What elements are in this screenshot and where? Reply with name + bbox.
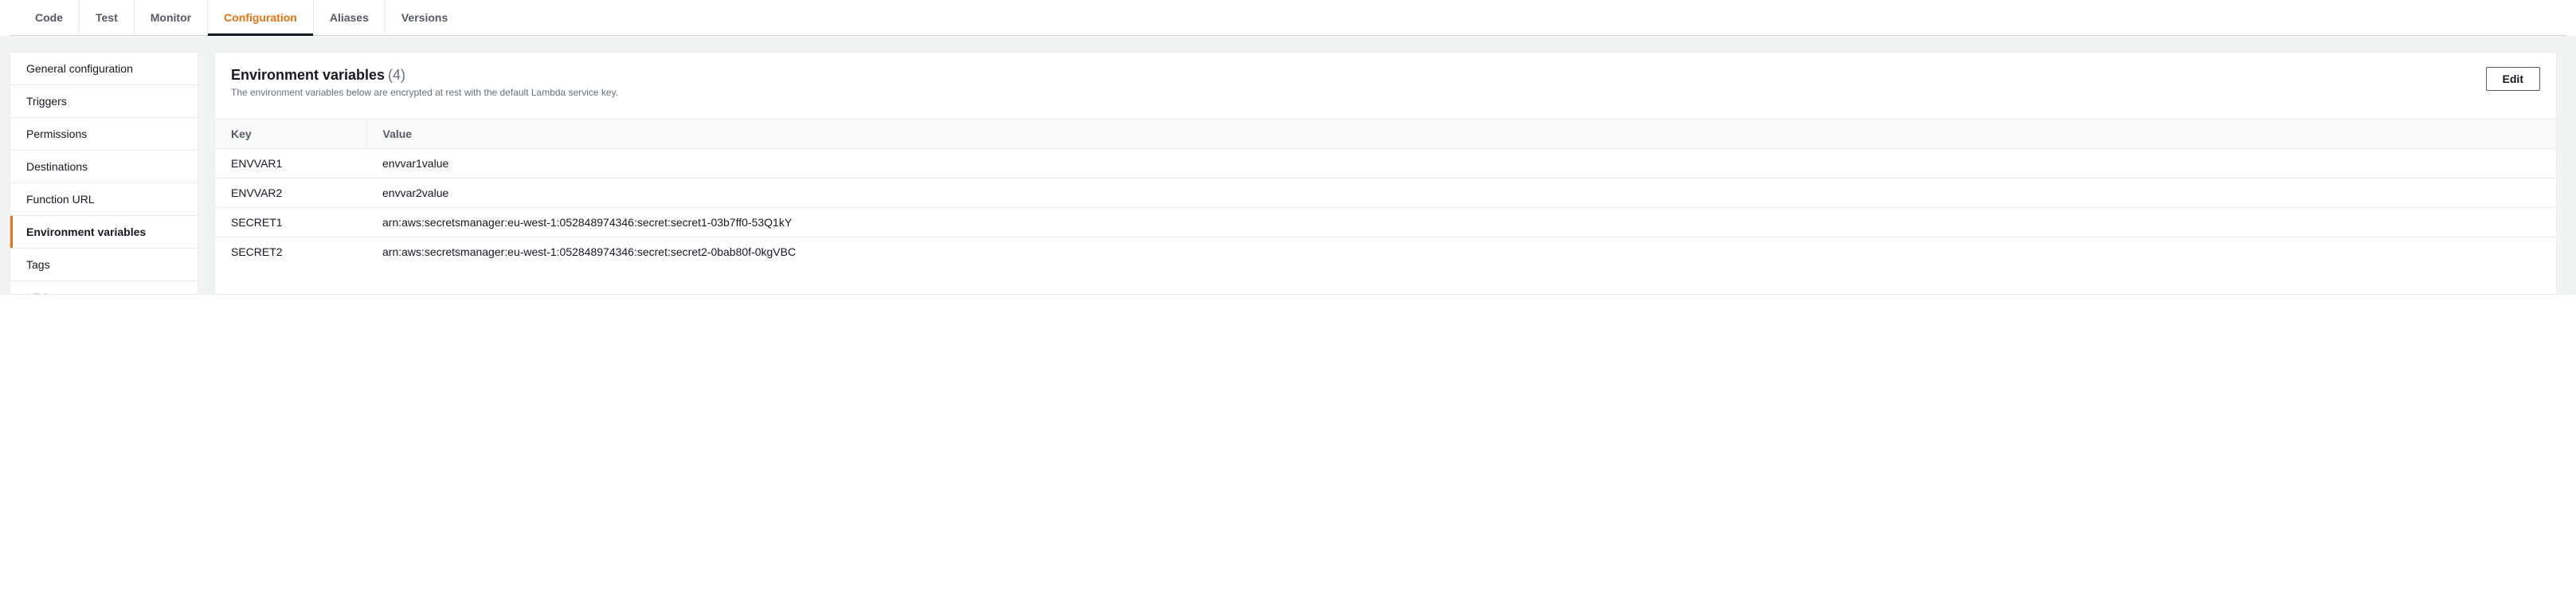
env-vars-table: Key Value ENVVAR1 envvar1value ENVVAR2 e… [215,119,2556,266]
table-header-row: Key Value [215,120,2556,149]
table-row: SECRET2 arn:aws:secretsmanager:eu-west-1… [215,237,2556,267]
env-key: ENVVAR1 [215,149,366,178]
sidebar-item-function-url[interactable]: Function URL [10,183,198,216]
col-key[interactable]: Key [215,120,366,149]
env-value: envvar1value [366,149,2556,178]
tab-code[interactable]: Code [19,0,80,35]
tab-test[interactable]: Test [80,0,135,35]
col-value[interactable]: Value [366,120,2556,149]
table-row: ENVVAR2 envvar2value [215,178,2556,208]
panel-title-row: Environment variables (4) [231,67,2486,84]
env-vars-panel: Environment variables (4) The environmen… [214,52,2557,295]
env-value: envvar2value [366,178,2556,208]
table-row: SECRET1 arn:aws:secretsmanager:eu-west-1… [215,208,2556,237]
tab-configuration[interactable]: Configuration [208,0,314,35]
tab-aliases[interactable]: Aliases [314,0,386,35]
sidebar-item-general[interactable]: General configuration [10,53,198,85]
panel-title-wrap: Environment variables (4) The environmen… [231,67,2486,98]
config-sidebar: General configuration Triggers Permissio… [10,52,198,295]
panel-count: (4) [388,67,405,83]
sidebar-item-env-vars[interactable]: Environment variables [10,216,198,249]
sidebar-item-triggers[interactable]: Triggers [10,85,198,118]
sidebar-item-tags[interactable]: Tags [10,249,198,281]
env-key: SECRET1 [215,208,366,237]
edit-button[interactable]: Edit [2486,67,2540,91]
env-key: SECRET2 [215,237,366,267]
panel-subtitle: The environment variables below are encr… [231,87,2486,98]
sidebar-item-permissions[interactable]: Permissions [10,118,198,151]
env-key: ENVVAR2 [215,178,366,208]
table-row: ENVVAR1 envvar1value [215,149,2556,178]
tab-monitor[interactable]: Monitor [135,0,208,35]
env-value: arn:aws:secretsmanager:eu-west-1:0528489… [366,237,2556,267]
panel-title: Environment variables [231,67,385,83]
env-value: arn:aws:secretsmanager:eu-west-1:0528489… [366,208,2556,237]
tab-versions[interactable]: Versions [386,0,464,35]
tab-bar: Code Test Monitor Configuration Aliases … [10,0,2566,36]
sidebar-item-destinations[interactable]: Destinations [10,151,198,183]
sidebar-item-vpc[interactable]: VPC [10,281,198,294]
content-area: General configuration Triggers Permissio… [0,36,2576,295]
panel-header: Environment variables (4) The environmen… [215,53,2556,106]
